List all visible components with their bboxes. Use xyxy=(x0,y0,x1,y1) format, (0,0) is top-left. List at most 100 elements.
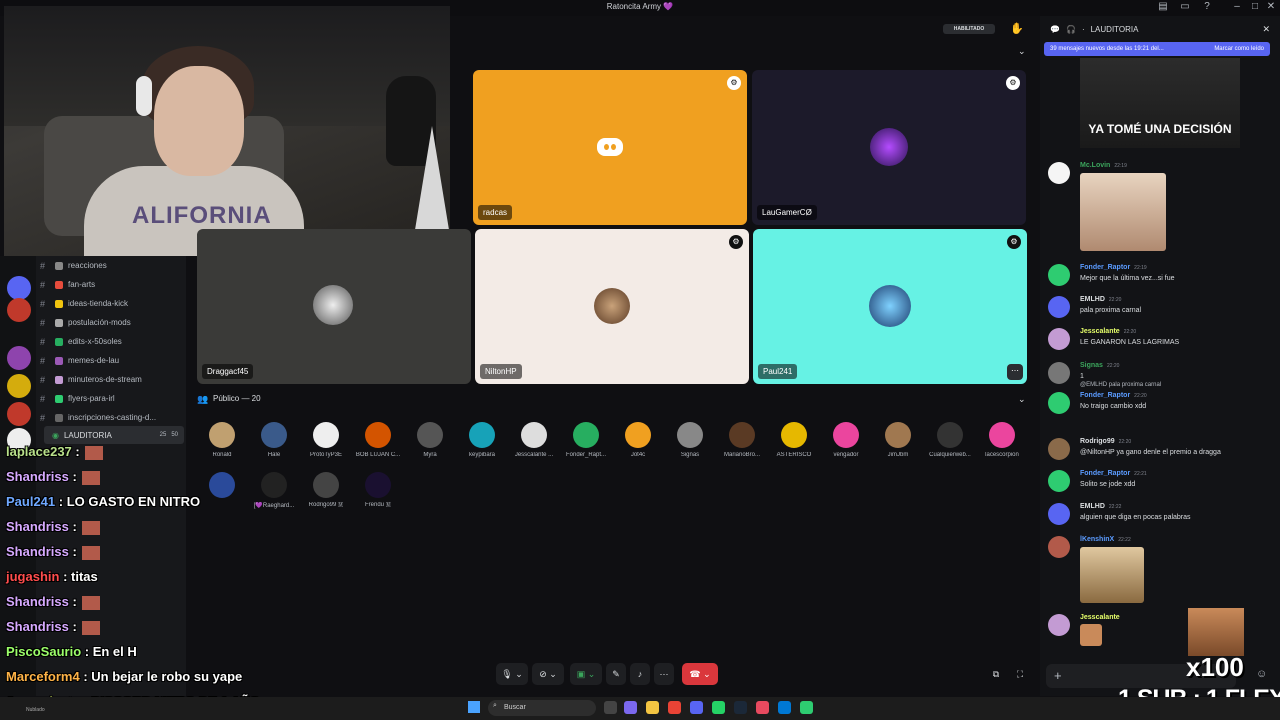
video-tile[interactable]: Draggacf45 xyxy=(197,229,471,384)
video-tile[interactable]: ⚙ Paul241 ⋯ xyxy=(753,229,1027,384)
mark-read-button[interactable]: Marcar como leído xyxy=(1214,46,1264,52)
help-icon[interactable]: ? xyxy=(1200,1,1214,15)
add-attachment-icon[interactable]: + xyxy=(1054,668,1062,683)
channel-item[interactable]: # reacciones xyxy=(40,256,180,275)
tile-options-icon[interactable]: ⚙ xyxy=(729,235,743,249)
audience-member[interactable]: vengador xyxy=(821,422,871,458)
avatar[interactable] xyxy=(1048,614,1070,636)
file-explorer-icon[interactable] xyxy=(646,701,659,714)
audience-member[interactable]: JimJbm xyxy=(873,422,923,458)
app-icon[interactable] xyxy=(800,701,813,714)
screen-share-button[interactable]: ▣ ⌄ xyxy=(570,663,602,685)
avatar[interactable] xyxy=(1048,264,1070,286)
steam-icon[interactable] xyxy=(734,701,747,714)
emoji-icon[interactable]: ☺ xyxy=(1256,668,1267,680)
tile-options-icon[interactable]: ⚙ xyxy=(727,76,741,90)
task-view-icon[interactable] xyxy=(604,701,617,714)
server-icon[interactable] xyxy=(7,346,31,370)
audience-member[interactable]: Hale xyxy=(249,422,299,458)
voice-channel-lauditoria[interactable]: ◉ LAUDITORIA 25 50 xyxy=(44,426,184,444)
message-image-attachment[interactable] xyxy=(1080,547,1144,603)
avatar[interactable] xyxy=(1048,392,1070,414)
microphone-button[interactable]: 🎙 ⌄ xyxy=(496,663,528,685)
avatar[interactable] xyxy=(1048,362,1070,384)
audience-member[interactable]: Frendu 🇲 xyxy=(353,472,403,509)
audience-member[interactable]: Cualquierweb... xyxy=(925,422,975,458)
channel-item[interactable]: # edits-x-50soles xyxy=(40,332,180,351)
discord-icon[interactable] xyxy=(690,701,703,714)
audience-member[interactable]: ASTERISCO xyxy=(769,422,819,458)
message-author[interactable]: Jesscalante xyxy=(1080,614,1120,621)
video-tile[interactable]: ⚙ NiltonHP xyxy=(475,229,749,384)
message-author[interactable]: EMLHD xyxy=(1080,503,1105,510)
close-icon[interactable]: ✕ xyxy=(1262,24,1270,35)
channel-item[interactable]: # fan-arts xyxy=(40,275,180,294)
window-maximize-button[interactable]: □ xyxy=(1248,1,1262,15)
audience-member[interactable]: Rodrigo99 🇲 xyxy=(301,472,351,509)
channel-item[interactable]: # ideas-tienda-kick xyxy=(40,294,180,313)
server-icon[interactable] xyxy=(7,298,31,322)
avatar[interactable] xyxy=(1048,503,1070,525)
server-icon[interactable] xyxy=(7,374,31,398)
avatar[interactable] xyxy=(1048,438,1070,460)
window-minimize-button[interactable]: – xyxy=(1230,1,1244,15)
chrome-icon[interactable] xyxy=(668,701,681,714)
audience-member[interactable]: lacescorpion xyxy=(977,422,1027,458)
whatsapp-icon[interactable] xyxy=(712,701,725,714)
audience-member[interactable]: Ronald xyxy=(197,422,247,458)
audience-member[interactable]: [💜Raeghard... xyxy=(249,472,299,509)
taskbar-search[interactable]: Buscar xyxy=(488,700,596,716)
audience-member[interactable]: Signas xyxy=(665,422,715,458)
audience-member[interactable]: MarianoBro... xyxy=(717,422,767,458)
audience-member[interactable]: keypibara xyxy=(457,422,507,458)
audience-member[interactable]: Jot4c xyxy=(613,422,663,458)
raise-hand-icon[interactable]: ✋ xyxy=(1010,22,1024,35)
message-author[interactable]: Fonder_Raptor xyxy=(1080,392,1130,399)
channel-item[interactable]: # minuteros-de-stream xyxy=(40,370,180,389)
server-icon[interactable] xyxy=(7,402,31,426)
avatar[interactable] xyxy=(1048,328,1070,350)
camera-off-button[interactable]: ⊘ ⌄ xyxy=(532,663,564,685)
message-author[interactable]: Rodrigo99 xyxy=(1080,438,1115,445)
app-icon[interactable] xyxy=(624,701,637,714)
reply-reference[interactable]: @EMLHD pala proxima carnal xyxy=(1080,382,1161,388)
audience-member[interactable]: BOB LUJAN C... xyxy=(353,422,403,458)
avatar[interactable] xyxy=(1048,162,1070,184)
popout-icon[interactable]: ⧉ xyxy=(988,663,1004,685)
channel-item[interactable]: # postulación-mods xyxy=(40,313,180,332)
activity-button[interactable]: ✎ xyxy=(606,663,626,685)
server-icon[interactable] xyxy=(7,276,31,300)
message-author[interactable]: Mc.Lovin xyxy=(1080,162,1110,169)
tile-options-icon[interactable]: ⚙ xyxy=(1007,235,1021,249)
message-author[interactable]: Fonder_Raptor xyxy=(1080,264,1130,271)
message-image-attachment[interactable] xyxy=(1080,173,1166,251)
video-tile[interactable]: ⚙ radcas xyxy=(473,70,747,225)
audience-member[interactable]: Jesscalante ... xyxy=(509,422,559,458)
channel-item[interactable]: # flyers-para-irl xyxy=(40,389,180,408)
audience-member[interactable] xyxy=(197,472,247,502)
video-tile[interactable]: ⚙ LauGamerCØ xyxy=(752,70,1026,225)
soundboard-button[interactable]: ♪ xyxy=(630,663,650,685)
minimize-icon[interactable]: ▭ xyxy=(1178,1,1192,15)
avatar[interactable] xyxy=(1048,470,1070,492)
avatar[interactable] xyxy=(1048,296,1070,318)
channel-item[interactable]: # memes-de-lau xyxy=(40,351,180,370)
app-icon[interactable] xyxy=(756,701,769,714)
message-author[interactable]: Jesscalante xyxy=(1080,328,1120,335)
chevron-down-icon[interactable]: ⌄ xyxy=(1018,394,1026,405)
window-close-button[interactable]: ✕ xyxy=(1264,1,1278,15)
message-image-attachment[interactable] xyxy=(1080,624,1102,646)
message-author[interactable]: Signas xyxy=(1080,362,1103,369)
channel-item[interactable]: # inscripciones-casting-d... xyxy=(40,408,180,427)
windows-start-icon[interactable] xyxy=(468,701,480,713)
collapse-chevron-icon[interactable]: ⌄ xyxy=(1018,46,1026,57)
more-button[interactable]: ⋯ xyxy=(654,663,674,685)
avatar[interactable] xyxy=(1048,536,1070,558)
more-options-icon[interactable]: ⋯ xyxy=(1007,364,1023,380)
tile-options-icon[interactable]: ⚙ xyxy=(1006,76,1020,90)
inbox-icon[interactable]: ▤ xyxy=(1156,1,1170,15)
app-icon[interactable] xyxy=(778,701,791,714)
audience-member[interactable]: Fonder_Rapt... xyxy=(561,422,611,458)
audience-member[interactable]: ProtoTyP3E xyxy=(301,422,351,458)
message-author[interactable]: Fonder_Raptor xyxy=(1080,470,1130,477)
